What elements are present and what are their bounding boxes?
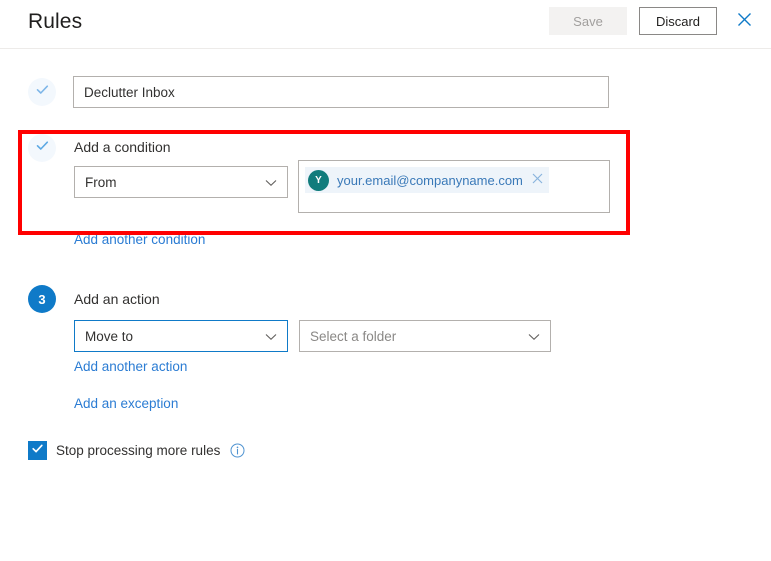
check-icon [35, 82, 50, 102]
header-actions: Save Discard [549, 7, 757, 35]
stop-processing-row: Stop processing more rules [28, 441, 245, 460]
rule-name-step-marker [28, 78, 56, 106]
chevron-down-icon [528, 329, 540, 344]
action-step-number: 3 [38, 292, 45, 307]
info-icon[interactable] [230, 443, 245, 458]
discard-button[interactable]: Discard [639, 7, 717, 35]
action-step-marker: 3 [28, 285, 56, 313]
chevron-down-icon [265, 175, 277, 190]
recipient-email: your.email@companyname.com [337, 173, 523, 188]
add-another-action-link[interactable]: Add another action [74, 359, 187, 374]
stop-processing-checkbox[interactable] [28, 441, 47, 460]
folder-select[interactable]: Select a folder [299, 320, 551, 352]
condition-recipient-input[interactable]: Y your.email@companyname.com [298, 160, 610, 213]
recipient-pill[interactable]: Y your.email@companyname.com [305, 167, 549, 193]
action-type-value: Move to [85, 329, 265, 344]
save-button[interactable]: Save [549, 7, 627, 35]
folder-placeholder: Select a folder [310, 329, 528, 344]
action-type-select[interactable]: Move to [74, 320, 288, 352]
remove-recipient-button[interactable] [532, 171, 543, 189]
page-title: Rules [28, 10, 82, 34]
close-button[interactable] [731, 8, 757, 34]
dialog-header: Rules Save Discard [0, 0, 771, 49]
close-icon [737, 12, 752, 30]
condition-step-marker [28, 134, 56, 162]
condition-field-value: From [85, 175, 265, 190]
condition-field-select[interactable]: From [74, 166, 288, 198]
check-icon [35, 138, 50, 158]
condition-label: Add a condition [74, 139, 171, 155]
add-another-condition-link[interactable]: Add another condition [74, 232, 205, 247]
action-label: Add an action [74, 291, 160, 307]
add-an-exception-link[interactable]: Add an exception [74, 396, 178, 411]
check-icon [31, 442, 44, 460]
chevron-down-icon [265, 329, 277, 344]
rule-name-input[interactable] [73, 76, 609, 108]
avatar: Y [308, 170, 329, 191]
stop-processing-label: Stop processing more rules [56, 443, 220, 458]
close-icon [532, 171, 543, 189]
